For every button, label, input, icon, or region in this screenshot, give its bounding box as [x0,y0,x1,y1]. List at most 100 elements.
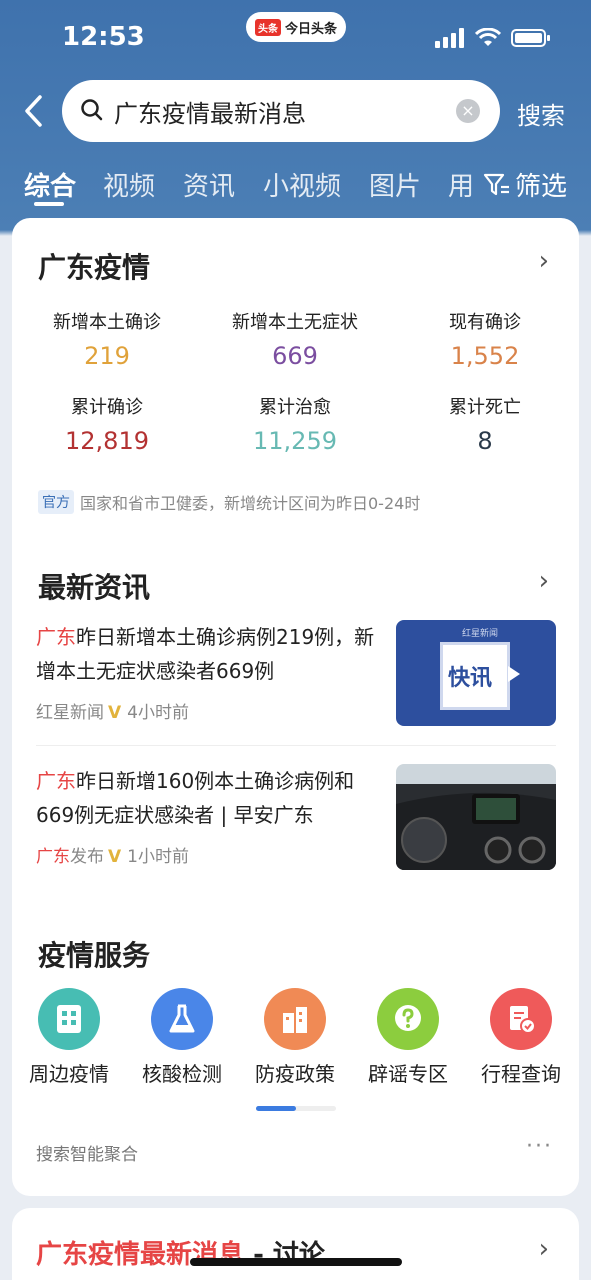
chevron-right-icon[interactable]: › [539,1234,549,1264]
pager-fill [256,1106,296,1111]
thumb-brand: 红星新闻 [462,629,499,639]
stat-value: 12,819 [65,427,149,455]
thumb-text: 快讯 [448,666,493,691]
official-note: 国家和省市卫健委，新增统计区间为昨日0-24时 [80,494,421,513]
news-headline[interactable]: 广东昨日新增本土确诊病例219例，新增本土无症状感染者669例 [36,620,376,688]
stat-current-confirmed: 现有确诊 1,552 [390,308,580,370]
search-input[interactable]: 广东疫情最新消息 × [62,80,500,142]
stat-label: 新增本土确诊 [53,312,161,333]
building-icon [38,988,100,1050]
news-source: 发布 [70,847,104,867]
news-source-highlight: 广东 [36,847,70,867]
service-label: 周边疫情 [29,1062,109,1086]
tab-users[interactable]: 用 [448,166,474,203]
epidemic-title[interactable]: 广东疫情 [38,246,150,286]
status-time: 12:53 [62,22,145,52]
news-meta: 红星新闻 V 4小时前 [36,698,189,723]
stat-total-cured: 累计治愈 11,259 [200,393,390,455]
stat-label: 现有确诊 [449,312,521,333]
news-time: 1小时前 [127,847,189,867]
result-card: 广东疫情 › 新增本土确诊 219 新增本土无症状 669 现有确诊 1,552… [12,218,579,1196]
search-query[interactable]: 广东疫情最新消息 [114,94,306,129]
verified-icon: V [108,847,122,867]
filter-icon [483,173,509,195]
service-itinerary[interactable]: 行程查询 [466,988,576,1087]
tab-active-indicator [34,202,64,206]
aggregation-note: 搜索智能聚合 [36,1145,138,1165]
search-button[interactable]: 搜索 [517,96,565,131]
tab-video[interactable]: 视频 [103,166,155,203]
service-label: 辟谣专区 [368,1062,448,1086]
official-source: 官方 国家和省市卫健委，新增统计区间为昨日0-24时 [38,490,420,514]
stat-label: 新增本土无症状 [232,312,358,333]
stat-total-deaths: 累计死亡 8 [390,393,580,455]
news-meta: 广东发布 V 1小时前 [36,842,189,867]
stat-value: 11,259 [253,427,337,455]
headline-text: 昨日新增本土确诊病例219例，新增本土无症状感染者669例 [36,625,375,683]
search-row: 广东疫情最新消息 × 搜索 [0,80,591,142]
service-label: 核酸检测 [142,1062,222,1086]
tab-general[interactable]: 综合 [24,166,76,203]
stat-value: 219 [84,342,130,370]
document-check-icon [490,988,552,1050]
news-item[interactable]: 广东昨日新增本土确诊病例219例，新增本土无症状感染者669例 红星新闻 V 4小时… [36,620,556,726]
stat-new-asymptomatic: 新增本土无症状 669 [200,308,390,370]
news-headline[interactable]: 广东昨日新增160例本土确诊病例和669例无症状感染者 | 早安广东 [36,764,376,832]
news-thumbnail[interactable]: 红星新闻 快讯 [396,620,556,726]
verified-icon: V [108,703,122,723]
discussion-card[interactable]: 广东疫情最新消息 - 讨论 › [12,1208,579,1280]
latest-news-title[interactable]: 最新资讯 [38,566,150,606]
stat-new-local-confirmed: 新增本土确诊 219 [12,308,202,370]
divider [36,745,556,746]
clear-icon[interactable]: × [456,99,480,123]
stat-label: 累计确诊 [71,397,143,418]
official-tag: 官方 [38,490,74,514]
filter-button[interactable]: 筛选 [483,166,567,203]
news-time: 4小时前 [127,703,189,723]
service-label: 防疫政策 [255,1062,335,1086]
battery-icon [511,29,550,47]
chevron-right-icon[interactable]: › [539,566,549,596]
service-rumor[interactable]: 辟谣专区 [353,988,463,1087]
thumb-arrow-icon [508,666,520,682]
service-nucleic-test[interactable]: 核酸检测 [127,988,237,1087]
news-item[interactable]: 广东昨日新增160例本土确诊病例和669例无症状感染者 | 早安广东 广东发布 V… [36,764,556,870]
chevron-right-icon[interactable]: › [539,246,549,276]
app-name: 今日头条 [284,21,337,37]
headline-highlight: 广东 [36,625,76,649]
service-nearby[interactable]: 周边疫情 [14,988,124,1087]
tab-short-video[interactable]: 小视频 [263,166,341,203]
services-grid: 周边疫情 核酸检测 防疫政策 辟谣专区 行程查询 [12,988,579,1088]
status-bar: 12:53 头条 今日头条 [0,0,591,70]
search-icon [81,99,103,121]
app-logo: 头条 [254,18,281,36]
filter-label: 筛选 [514,172,567,202]
signal-icon [435,28,464,48]
home-indicator[interactable] [190,1258,402,1266]
service-label: 行程查询 [481,1062,561,1086]
more-icon[interactable]: ··· [526,1134,553,1159]
car-dashboard-image [396,764,556,870]
news-thumbnail[interactable] [396,764,556,870]
stat-value: 1,552 [450,342,520,370]
services-title: 疫情服务 [38,939,151,972]
headline-highlight: 广东 [36,769,76,793]
stat-value: 669 [272,342,318,370]
app-badge[interactable]: 头条 今日头条 [246,12,346,42]
headline-text: 昨日新增160例本土确诊病例和669例无症状感染者 | 早安广东 [36,769,355,827]
tab-news[interactable]: 资讯 [183,166,235,203]
service-policy[interactable]: 防疫政策 [240,988,350,1087]
carousel-pager [256,1106,336,1111]
question-icon [377,988,439,1050]
tab-bar: 综合 视频 资讯 小视频 图片 用 筛选 [0,160,591,210]
tab-images[interactable]: 图片 [369,166,421,203]
wifi-icon [475,28,501,46]
back-arrow-icon[interactable] [20,94,50,128]
stat-label: 累计死亡 [449,397,521,418]
stat-total-confirmed: 累计确诊 12,819 [12,393,202,455]
status-icons [435,28,551,48]
city-icon [264,988,326,1050]
stat-value: 8 [477,427,493,455]
stat-label: 累计治愈 [259,397,331,418]
flask-icon [151,988,213,1050]
